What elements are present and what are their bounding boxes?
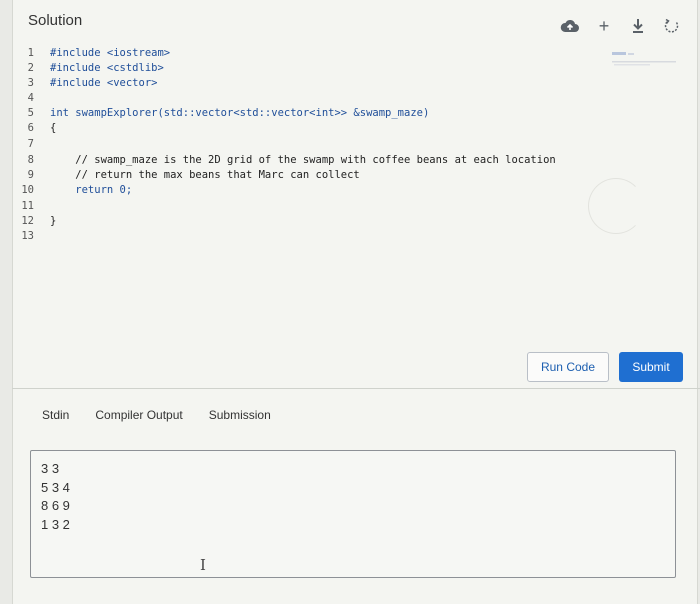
code-text: } [50, 215, 57, 227]
line-number: 1 [27, 47, 34, 59]
stdin-input[interactable]: 3 3 5 3 4 8 6 9 1 3 2 [30, 450, 676, 578]
minimap [612, 48, 678, 70]
code-line[interactable]: 11 [12, 199, 50, 214]
code-text: // return the max beans that Marc can co… [50, 169, 360, 181]
run-code-button[interactable]: Run Code [527, 352, 609, 382]
code-line[interactable]: 2 #include <cstdlib> [12, 61, 164, 76]
code-text: #include <iostream> [50, 47, 171, 59]
code-text: #include <vector> [50, 77, 158, 89]
code-text: int swampExplorer(std::vector<std::vecto… [50, 107, 430, 119]
code-text: return 0; [50, 184, 133, 196]
editor-toolbar: + [560, 16, 682, 36]
tab-stdin[interactable]: Stdin [42, 408, 69, 422]
code-line[interactable]: 10 return 0; [12, 183, 132, 198]
code-editor[interactable]: 1 #include <iostream> 2 #include <cstdlib> 3… [12, 44, 612, 344]
cloud-upload-icon[interactable] [560, 16, 580, 36]
text-cursor-icon: I [200, 556, 206, 574]
section-divider [12, 388, 700, 389]
line-number: 12 [21, 215, 34, 227]
page-title: Solution [28, 12, 83, 29]
code-line[interactable]: 9 // return the max beans that Marc can … [12, 168, 360, 183]
tab-submission[interactable]: Submission [209, 408, 271, 422]
reset-icon[interactable] [662, 16, 682, 36]
line-number: 7 [27, 138, 34, 150]
download-icon[interactable] [628, 16, 648, 36]
code-line[interactable]: 7 [12, 137, 50, 152]
line-number: 10 [21, 184, 34, 196]
code-text: { [50, 122, 57, 134]
code-line[interactable]: 3 #include <vector> [12, 76, 158, 91]
line-number: 11 [21, 200, 34, 212]
line-number: 13 [21, 230, 34, 242]
code-line[interactable]: 6{ [12, 121, 57, 136]
code-line[interactable]: 5 int swampExplorer(std::vector<std::vect… [12, 106, 430, 121]
line-number: 9 [27, 169, 34, 181]
tab-compiler-output[interactable]: Compiler Output [95, 408, 182, 422]
line-number: 6 [27, 122, 34, 134]
code-line[interactable]: 13 [12, 229, 50, 244]
code-text: // swamp_maze is the 2D grid of the swam… [50, 154, 556, 166]
submit-button[interactable]: Submit [619, 352, 683, 382]
add-icon[interactable]: + [594, 16, 614, 36]
stdin-value: 3 3 5 3 4 8 6 9 1 3 2 [41, 461, 70, 532]
line-number: 3 [27, 77, 34, 89]
code-line[interactable]: 8 // swamp_maze is the 2D grid of the sw… [12, 153, 556, 168]
line-number: 4 [27, 92, 34, 104]
code-line[interactable]: 1 #include <iostream> [12, 46, 170, 61]
code-line[interactable]: 12} [12, 214, 56, 229]
line-number: 5 [27, 107, 34, 119]
line-number: 8 [27, 154, 34, 166]
line-number: 2 [27, 62, 34, 74]
code-text: #include <cstdlib> [50, 62, 164, 74]
output-tabs: Stdin Compiler Output Submission [42, 408, 271, 422]
code-line[interactable]: 4 [12, 91, 50, 106]
